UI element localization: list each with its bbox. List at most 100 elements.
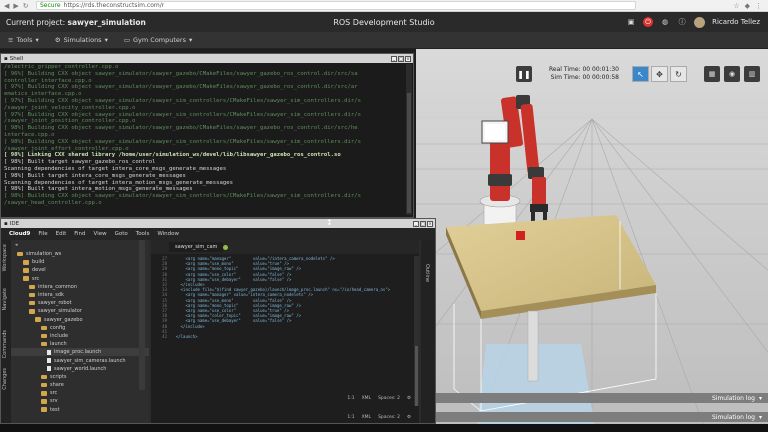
tree-folder[interactable]: build <box>11 258 149 266</box>
shell-line: /electric_gripper_controller.cpp.o <box>4 64 119 70</box>
shell-line: [ 98%] Linking CXX shared library /home/… <box>4 152 341 159</box>
shell-scrollbar[interactable] <box>406 64 412 215</box>
globe-icon[interactable]: ◍ <box>660 17 670 27</box>
shell-line: Scanning dependencies of target intera_m… <box>4 179 234 186</box>
tree-folder[interactable]: sawyer_robot <box>11 299 149 307</box>
language-mode[interactable]: XML <box>362 415 371 420</box>
ide-titlebar[interactable]: ▪ IDE _ □ × <box>1 219 435 228</box>
tab-navigate[interactable]: Navigate <box>2 288 8 310</box>
tree-folder[interactable]: scripts <box>11 373 149 381</box>
ide-window[interactable]: ▪ IDE _ □ × Cloud9 File Edit Find View G… <box>0 218 436 424</box>
move-icon[interactable]: ✥ <box>651 66 668 82</box>
tree-folder[interactable]: srv <box>11 397 149 405</box>
editor-tab[interactable]: sawyer_sim_cam <box>169 242 224 252</box>
close-icon[interactable]: × <box>405 55 411 62</box>
simulation-log-bar-2[interactable]: Simulation log ▾ <box>416 412 768 422</box>
select-icon[interactable]: ↖ <box>632 66 649 82</box>
tab-changes[interactable]: Changes <box>2 368 8 390</box>
tree-folder[interactable]: sawyer_gazebo <box>11 316 149 324</box>
star-icon[interactable]: ☆ <box>733 2 739 10</box>
avatar[interactable] <box>694 16 706 28</box>
gear-icon[interactable]: ⚙ <box>407 415 411 420</box>
menu-goto[interactable]: Goto <box>115 231 128 237</box>
tree-folder[interactable]: intera_sdk <box>11 291 149 299</box>
code-editor[interactable]: sawyer_sim_cam 27 28 29 30 31 32 33 34 35 36 37 38 3… <box>151 240 419 423</box>
tree-folder[interactable]: include <box>11 332 149 340</box>
indent-setting[interactable]: Spaces: 2 <box>378 396 400 401</box>
tree-folder[interactable]: test <box>11 406 149 414</box>
tree-folder[interactable]: simulation_ws <box>11 250 149 258</box>
collapse-icon[interactable]: ◂ <box>15 242 18 248</box>
sim-time-value: 00 00:00:58 <box>582 74 619 81</box>
url-text[interactable]: https://rds.theconstructsim.com/r <box>64 2 165 9</box>
folder-icon <box>23 260 29 265</box>
tree-folder[interactable]: share <box>11 381 149 389</box>
menu-find[interactable]: Find <box>74 231 85 237</box>
menu-window[interactable]: Window <box>157 231 179 237</box>
menu-tools[interactable]: Tools <box>136 231 150 237</box>
menu-icon[interactable]: ⋮ <box>755 2 762 10</box>
simulation-viewport[interactable]: ❚❚ Real Time: 00 00:01:30 Sim Time: 00 0… <box>416 49 768 432</box>
tab-commands[interactable]: Commands <box>2 330 8 358</box>
menu-cloud9[interactable]: Cloud9 <box>9 231 30 237</box>
tab-outline[interactable]: Outline <box>424 264 430 282</box>
tree-folder[interactable]: src <box>11 275 149 283</box>
tree-folder[interactable]: config <box>11 324 149 332</box>
menu-view[interactable]: View <box>94 231 107 237</box>
view-icon-2[interactable]: ◉ <box>724 66 740 82</box>
shell-output[interactable]: /electric_gripper_controller.cpp.o[ 96%]… <box>4 64 405 215</box>
tree-file[interactable]: image_proc.launch <box>11 348 149 357</box>
tree-folder[interactable]: sawyer_simulator <box>11 307 149 315</box>
menu-tools[interactable]: ≡ Tools ▾ <box>0 36 47 44</box>
current-project: Current project: sawyer_simulation <box>0 18 146 27</box>
menu-file[interactable]: File <box>38 231 47 237</box>
tree-folder[interactable]: intera_common <box>11 283 149 291</box>
shell-window[interactable]: ▪ Shell _ □ × /electric_gripper_controll… <box>0 53 414 218</box>
gazebo-scene[interactable] <box>416 49 768 432</box>
user-name[interactable]: Ricardo Tellez <box>712 18 760 26</box>
gear-icon[interactable]: ⚙ <box>407 396 411 401</box>
menu-edit[interactable]: Edit <box>56 231 67 237</box>
simulation-log-bar[interactable]: Simulation log ▾ <box>416 393 768 403</box>
robot-base-link <box>490 139 510 201</box>
file-tree[interactable]: ◂ ⚙ simulation_wsbuilddevelsrcintera_com… <box>11 240 149 423</box>
extension-icon[interactable]: ◆ <box>745 2 750 10</box>
maximize-icon[interactable]: □ <box>398 55 404 62</box>
pause-button[interactable]: ❚❚ <box>516 66 532 82</box>
menu-simulations[interactable]: ⚙ Simulations ▾ <box>47 36 116 44</box>
tree-item-label: sawyer_sim_cameras.launch <box>54 357 126 364</box>
shell-line: controller_interface.cpp.o <box>4 77 92 84</box>
robot-icon: ⚙ <box>54 36 61 44</box>
tree-scrollbar[interactable] <box>139 240 145 390</box>
reload-icon[interactable]: ↻ <box>23 2 29 10</box>
minimize-icon[interactable]: _ <box>391 55 397 62</box>
tree-file[interactable]: sawyer_sim_cameras.launch <box>11 356 149 364</box>
rotate-icon[interactable]: ↻ <box>670 66 687 82</box>
power-icon[interactable]: ⏻ <box>643 17 654 27</box>
minimize-icon[interactable]: _ <box>413 220 419 227</box>
shell-titlebar[interactable]: ▪ Shell _ □ × <box>1 54 413 63</box>
address-bar[interactable]: Secure https://rds.theconstructsim.com/r <box>36 1 636 10</box>
info-icon[interactable]: ⓘ <box>677 17 687 27</box>
indent-setting[interactable]: Spaces: 2 <box>378 415 400 420</box>
tree-file[interactable]: sawyer_world.launch <box>11 365 149 373</box>
forward-icon[interactable]: ▶ <box>13 2 18 10</box>
view-icon-3[interactable]: ▥ <box>744 66 760 82</box>
scroll-thumb[interactable] <box>407 93 411 213</box>
editor-scrollbar[interactable] <box>414 256 419 406</box>
scroll-thumb[interactable] <box>415 346 418 406</box>
language-mode[interactable]: XML <box>362 396 371 401</box>
tree-folder[interactable]: launch <box>11 340 149 348</box>
code-content[interactable]: <arg name="manager" value="/intera_camer… <box>171 256 390 339</box>
tree-folder[interactable]: src <box>11 389 149 397</box>
menu-gym-computers[interactable]: ▭ Gym Computers ▾ <box>116 36 200 44</box>
gym-icon: ▭ <box>123 36 130 44</box>
save-icon[interactable]: ▣ <box>626 17 636 27</box>
tab-workspace[interactable]: Workspace <box>2 244 8 271</box>
maximize-icon[interactable]: □ <box>420 220 426 227</box>
close-icon[interactable]: × <box>427 220 433 227</box>
tree-folder[interactable]: devel <box>11 266 149 274</box>
back-icon[interactable]: ◀ <box>4 2 9 10</box>
view-icon-1[interactable]: ▦ <box>704 66 720 82</box>
tree-header: ◂ ⚙ <box>11 240 149 250</box>
